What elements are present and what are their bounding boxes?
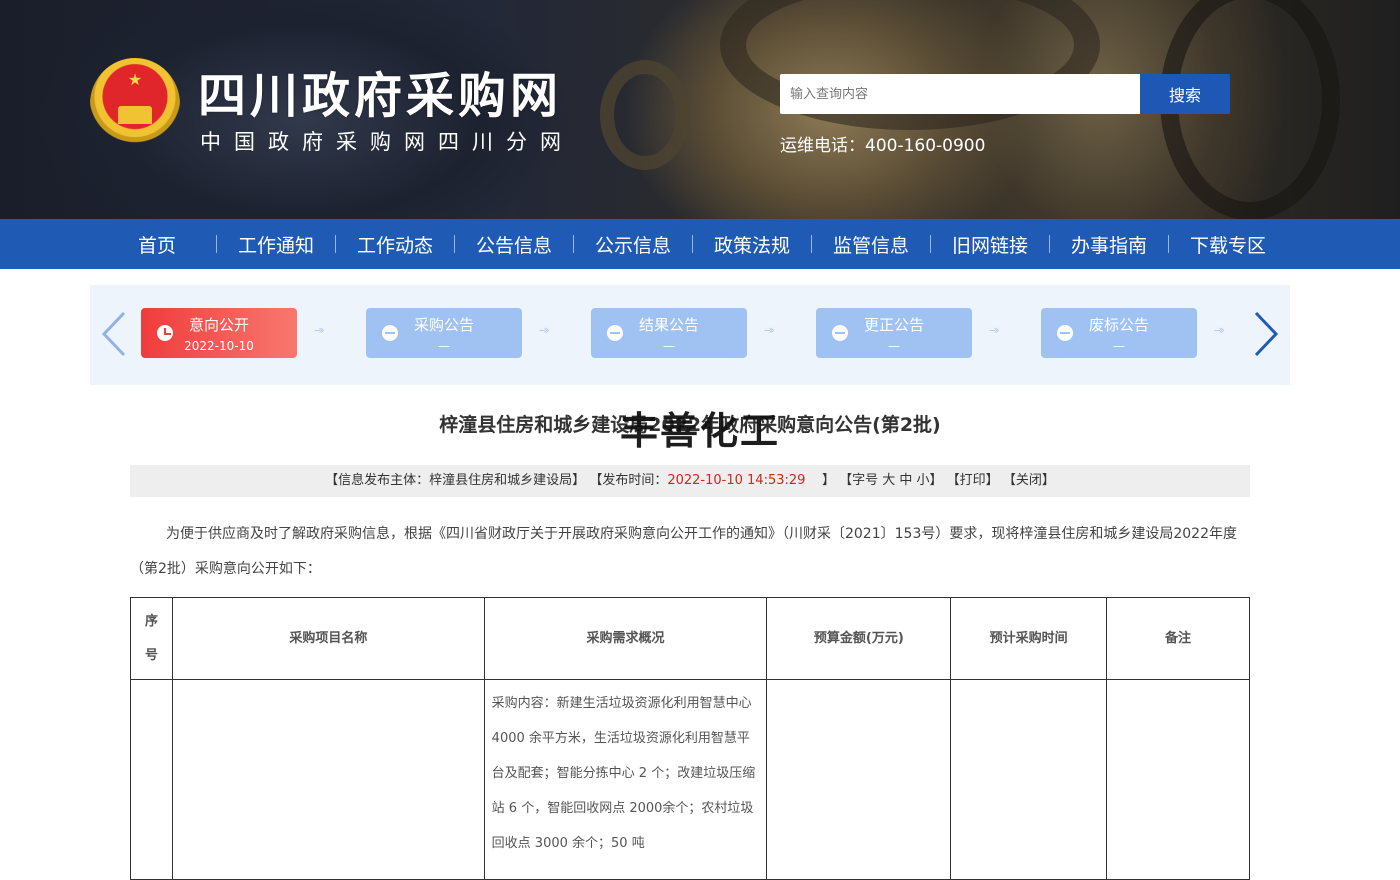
nav-item-guide[interactable]: 办事指南 [1059,219,1159,269]
cell-note [1106,679,1250,880]
nav-divider [454,235,455,253]
step-date: — [663,339,675,353]
main-nav: 首页 工作通知 工作动态 公告信息 公示信息 政策法规 监管信息 旧网链接 办事… [0,219,1400,269]
overlay-watermark-text: 丰善化工 [620,409,781,453]
cell-requirement: 采购内容：新建生活垃圾资源化利用智慧中心 4000 余平方米，生活垃圾资源化利用… [483,679,768,880]
chevron-left-icon[interactable] [100,311,130,357]
nav-divider [216,235,217,253]
step-date: — [1113,339,1125,353]
nav-item-label: 公示信息 [594,234,671,257]
publisher-label: 【信息发布主体：梓潼县住房和城乡建设局】 [325,473,586,488]
cell-no [130,679,173,880]
publish-time-value: 2022-10-10 14:53:29 [667,473,806,488]
site-subtitle: 中国政府采购网四川分网 [200,130,574,154]
nav-item-label: 办事指南 [1070,234,1147,257]
article-intro: 为便于供应商及时了解政府采购信息，根据《四川省财政厅关于开展政府采购意向公开工作… [130,526,1237,577]
cell-project-name [171,679,485,880]
nav-item-work-notice[interactable]: 工作通知 [226,219,326,269]
nav-divider [1049,235,1050,253]
column-header: 采购需求概况 [483,597,768,680]
nav-item-announcements[interactable]: 公告信息 [464,219,564,269]
nav-item-downloads[interactable]: 下载专区 [1178,219,1278,269]
nav-divider [811,235,812,253]
cell-budget [766,679,952,880]
step-procurement-notice[interactable]: 采购公告 — [366,308,522,358]
double-chevron-icon: - - ›› [1214,323,1225,337]
publish-time-close: 】 [821,473,835,488]
step-date: — [438,339,450,353]
nav-divider [930,235,931,253]
double-chevron-icon: - - ›› [539,323,550,337]
column-header: 预算金额(万元) [766,597,952,680]
nav-item-label: 首页 [137,234,176,257]
nav-item-policies[interactable]: 政策法规 [702,219,802,269]
nav-divider [692,235,693,253]
table-row: 采购内容：新建生活垃圾资源化利用智慧中心 4000 余平方米，生活垃圾资源化利用… [130,679,1250,880]
procurement-intent-table: 序号 采购项目名称 采购需求概况 预算金额(万元) 预计采购时间 备注 采购内容… [130,597,1250,880]
nav-item-supervision[interactable]: 监管信息 [821,219,921,269]
close-link[interactable]: 【关闭】 [1003,473,1055,488]
search-button[interactable]: 搜索 [1140,74,1230,114]
nav-item-work-news[interactable]: 工作动态 [345,219,445,269]
nav-item-label: 旧网链接 [951,234,1028,257]
font-size-control[interactable]: 【字号 大 中 小】 [839,473,942,488]
step-result-notice[interactable]: 结果公告 — [591,308,747,358]
step-date: — [888,339,900,353]
search-input[interactable] [780,74,1140,114]
nav-item-label: 下载专区 [1189,234,1266,257]
nav-item-label: 工作动态 [356,234,433,257]
step-name: 废标公告 [1088,316,1149,334]
header-banner: ★ 四川政府采购网 中国政府采购网四川分网 搜索 运维电话：400-160-09… [0,0,1400,219]
double-chevron-icon: - - ›› [989,323,1000,337]
nav-divider [335,235,336,253]
print-link[interactable]: 【打印】 [947,473,999,488]
double-chevron-icon: - - ›› [764,323,775,337]
step-name: 结果公告 [638,316,699,334]
nav-divider [573,235,574,253]
procurement-steps: 意向公开 2022-10-10 - - ›› 采购公告 — - - ›› 结果公… [90,285,1290,385]
article-meta-bar: 【信息发布主体：梓潼县住房和城乡建设局】 【发布时间：2022-10-10 14… [130,465,1250,497]
step-correction-notice[interactable]: 更正公告 — [816,308,972,358]
publish-time-label: 【发布时间： [589,473,668,488]
step-intent-public[interactable]: 意向公开 2022-10-10 [141,308,297,358]
nav-item-label: 工作通知 [237,234,314,257]
nav-item-label: 监管信息 [832,234,909,257]
nav-item-publicity[interactable]: 公示信息 [583,219,683,269]
banner-mask-decoration [600,60,690,170]
hotline-text: 运维电话：400-160-0900 [780,136,986,156]
column-header: 备注 [1106,597,1250,680]
nav-item-old-site[interactable]: 旧网链接 [940,219,1040,269]
table-header-row: 序号 采购项目名称 采购需求概况 预算金额(万元) 预计采购时间 备注 [130,597,1250,680]
nav-divider [1168,235,1169,253]
nav-item-label: 公告信息 [475,234,552,257]
step-cancel-notice[interactable]: 废标公告 — [1041,308,1197,358]
double-chevron-icon: - - ›› [314,323,325,337]
nav-item-label: 政策法规 [713,234,790,257]
column-header: 预计采购时间 [950,597,1108,680]
step-name: 意向公开 [188,316,249,334]
cell-planned-time [950,679,1108,880]
column-header: 序号 [130,597,173,680]
step-name: 采购公告 [413,316,474,334]
step-name: 更正公告 [863,316,924,334]
step-date: 2022-10-10 [184,339,254,353]
national-emblem-icon: ★ [90,58,180,150]
site-title: 四川政府采购网 [198,68,563,124]
column-header: 采购项目名称 [171,597,485,680]
chevron-right-icon[interactable] [1250,311,1280,357]
nav-item-home[interactable]: 首页 [107,219,207,269]
